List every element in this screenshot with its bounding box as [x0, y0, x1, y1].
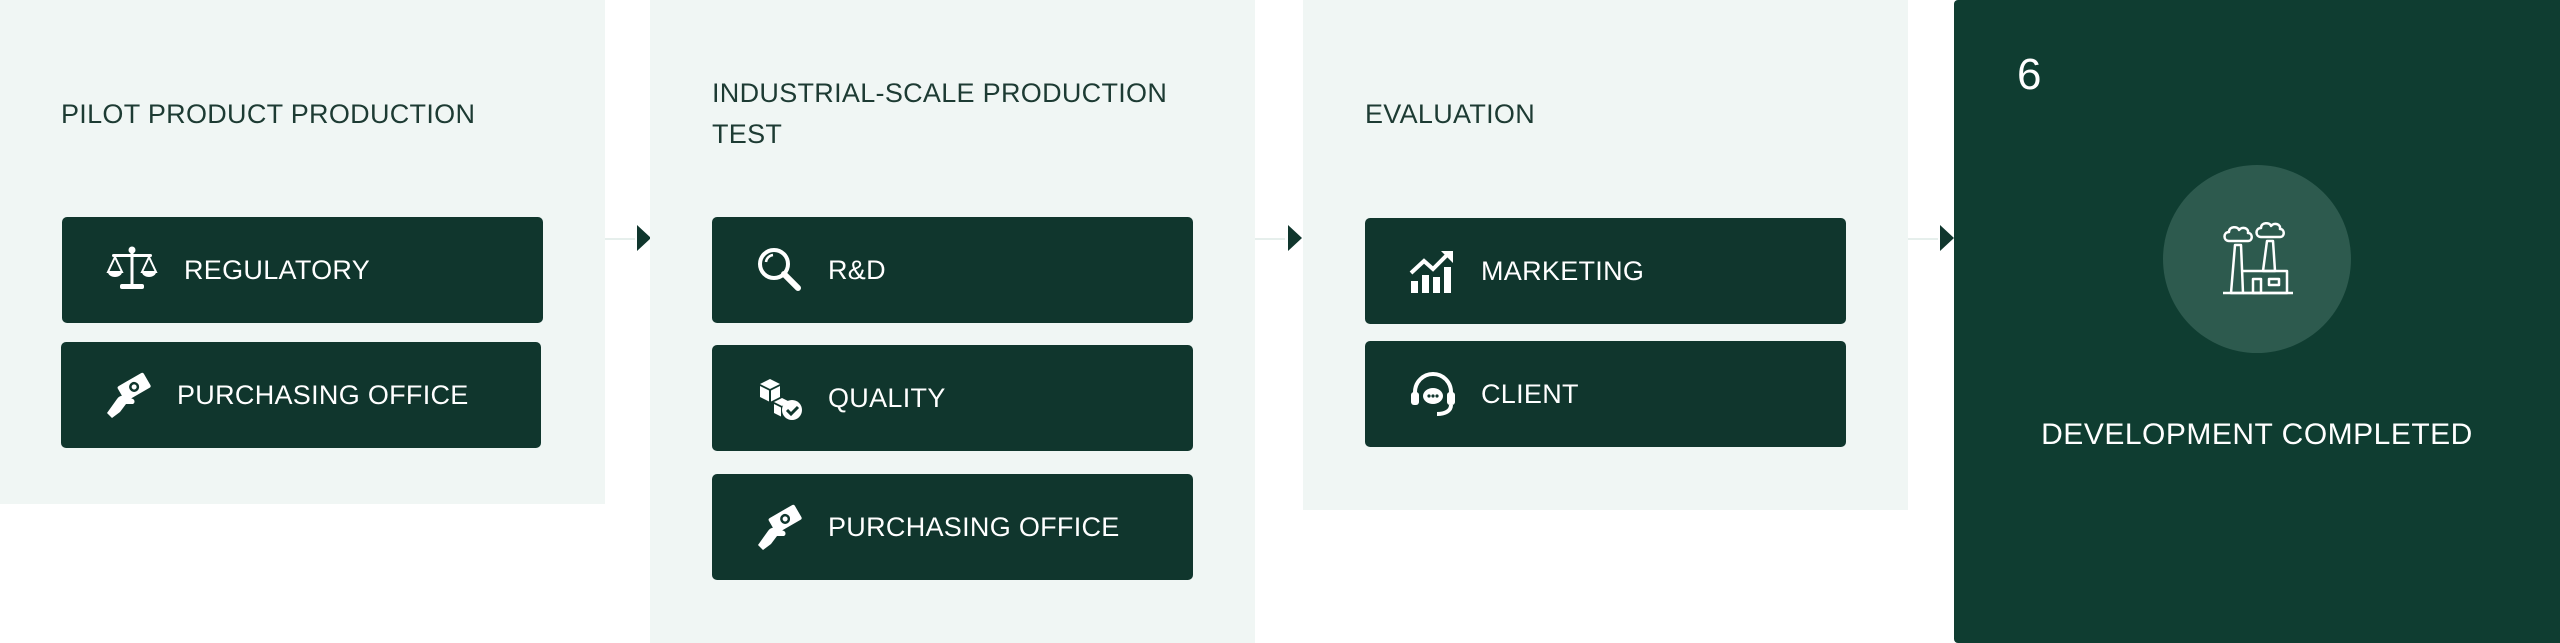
connector-line — [605, 238, 635, 240]
growth-chart-icon — [1405, 243, 1461, 299]
arrow-right-icon — [637, 225, 651, 251]
stage-title: PILOT PRODUCT PRODUCTION — [61, 99, 476, 129]
scale-icon — [104, 242, 160, 298]
connector-line — [1908, 238, 1938, 240]
chip-label: PURCHASING OFFICE — [828, 511, 1120, 542]
money-hand-icon — [752, 499, 808, 555]
chip-label: PURCHASING OFFICE — [177, 379, 469, 410]
chip-purchasing-office[interactable]: PURCHASING OFFICE — [712, 474, 1193, 580]
chip-marketing[interactable]: MARKETING — [1365, 218, 1846, 324]
magnifier-icon — [752, 242, 808, 298]
arrow-right-icon — [1288, 225, 1302, 251]
stage-development-completed: 6 DEVELOPMENT COMPLETED — [1954, 0, 2560, 643]
headset-icon — [1405, 366, 1461, 422]
stage-pilot-production: PILOT PRODUCT PRODUCTION REGULATORY PURC… — [0, 0, 605, 504]
chip-label: QUALITY — [828, 382, 946, 413]
factory-icon — [2223, 222, 2293, 295]
chip-label: REGULATORY — [184, 254, 371, 285]
final-label: DEVELOPMENT COMPLETED — [2041, 418, 2473, 451]
money-hand-icon — [101, 367, 157, 423]
chip-label: CLIENT — [1481, 378, 1579, 409]
chip-purchasing-office[interactable]: PURCHASING OFFICE — [61, 342, 541, 448]
chip-r-and-d[interactable]: R&D — [712, 217, 1193, 323]
stage-title-line: INDUSTRIAL-SCALE PRODUCTION — [712, 78, 1168, 108]
stage-title-line: TEST — [712, 119, 783, 149]
stage-title: EVALUATION — [1365, 99, 1536, 129]
chip-quality[interactable]: QUALITY — [712, 345, 1193, 451]
chip-client[interactable]: CLIENT — [1365, 341, 1846, 447]
boxes-check-icon — [752, 370, 808, 426]
stage-evaluation: EVALUATION MARKETING CLIENT — [1303, 0, 1908, 510]
icon-circle — [2163, 165, 2351, 353]
arrow-right-icon — [1940, 225, 1954, 251]
stage-industrial-test: INDUSTRIAL-SCALE PRODUCTION TEST R&D QUA… — [650, 0, 1255, 643]
step-number: 6 — [2017, 50, 2042, 99]
chip-label: MARKETING — [1481, 255, 1645, 286]
connector-line — [1255, 238, 1285, 240]
chip-label: R&D — [828, 254, 886, 285]
chip-regulatory[interactable]: REGULATORY — [62, 217, 543, 323]
stage-title: INDUSTRIAL-SCALE PRODUCTION TEST — [712, 73, 1167, 155]
